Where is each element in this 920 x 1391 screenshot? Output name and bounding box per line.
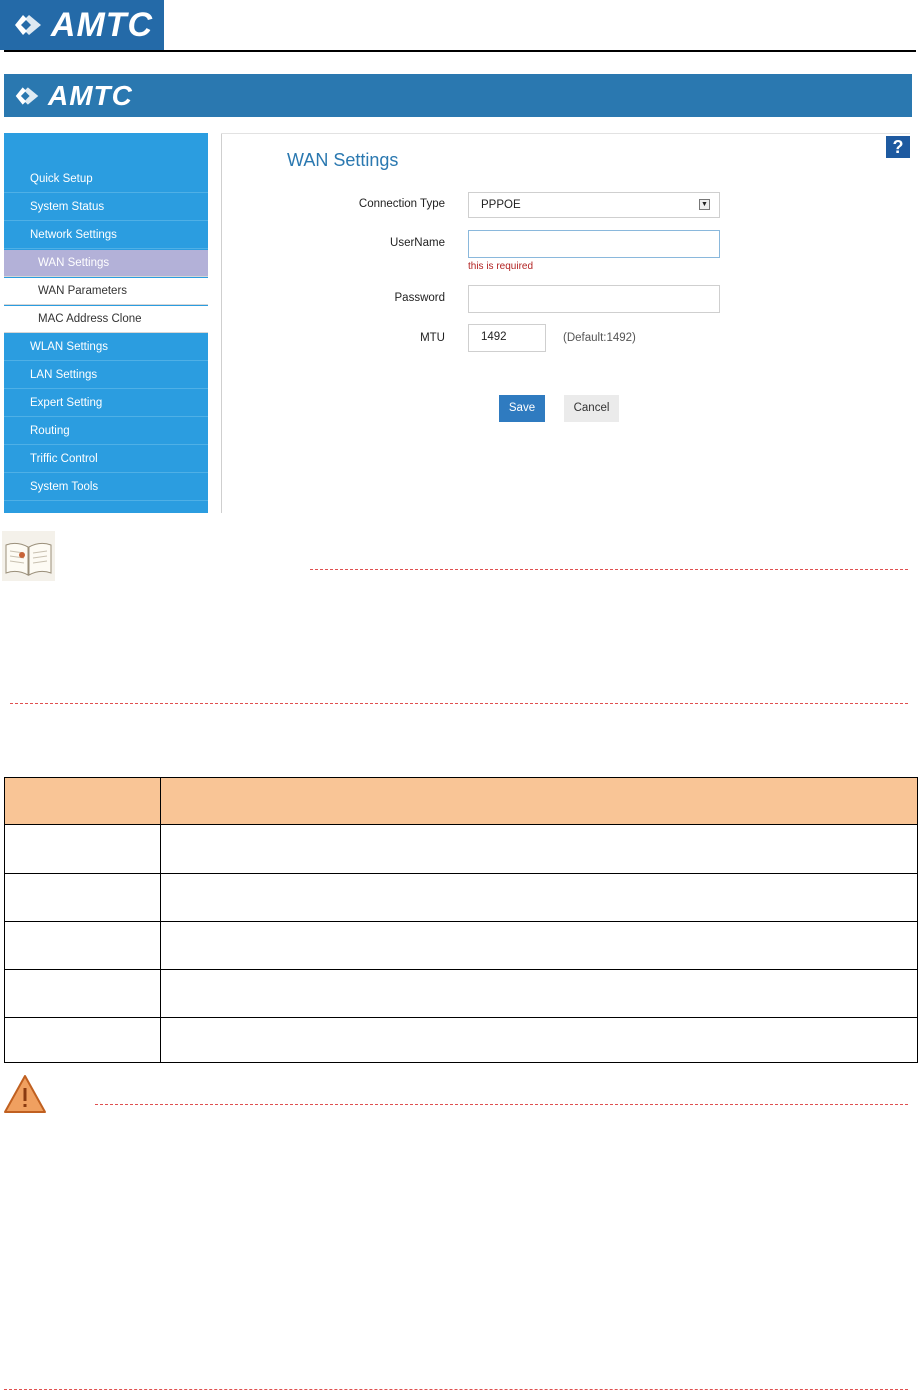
note-bottom-divider	[10, 703, 908, 704]
connection-type-label: Connection Type	[358, 198, 445, 210]
connection-type-select[interactable]: PPPOE ▼	[468, 192, 720, 218]
sidebar-item-routing[interactable]: Routing	[4, 418, 208, 445]
warning-triangle-icon	[2, 1073, 48, 1115]
parameter-table	[4, 777, 918, 1063]
page-title: WAN Settings	[287, 150, 399, 170]
username-input[interactable]	[468, 230, 720, 258]
sidebar: Quick Setup System Status Network Settin…	[4, 133, 208, 513]
table-row-divider	[5, 921, 917, 922]
username-error: this is required	[468, 261, 534, 272]
brand-mark-icon	[15, 86, 39, 105]
table-column-divider	[160, 778, 161, 1062]
sidebar-item-system-tools[interactable]: System Tools	[4, 474, 208, 501]
password-input[interactable]	[468, 285, 720, 313]
router-banner: AMTC	[4, 74, 912, 117]
table-row-divider	[5, 873, 917, 874]
cancel-button[interactable]: Cancel	[564, 395, 619, 422]
sidebar-item-lan-settings[interactable]: LAN Settings	[4, 362, 208, 389]
sidebar-item-wlan-settings[interactable]: WLAN Settings	[4, 334, 208, 361]
sidebar-item-quick-setup[interactable]: Quick Setup	[4, 166, 208, 193]
open-book-icon	[2, 531, 55, 581]
document-brand-text: AMTC	[50, 5, 154, 44]
sidebar-item-expert-setting[interactable]: Expert Setting	[4, 390, 208, 417]
sidebar-item-network-settings[interactable]: Network Settings	[4, 222, 208, 249]
chevron-down-icon: ▼	[699, 199, 710, 210]
save-button[interactable]: Save	[499, 395, 545, 422]
content-divider	[221, 133, 222, 513]
sidebar-item-wan-parameters[interactable]: WAN Parameters	[4, 278, 208, 305]
document-logo: AMTC	[0, 0, 164, 50]
mtu-input[interactable]: 1492	[468, 324, 546, 352]
warning-divider	[95, 1104, 908, 1105]
table-row-divider	[5, 1017, 917, 1018]
sidebar-item-wan-settings[interactable]: WAN Settings	[4, 250, 208, 277]
password-label: Password	[394, 292, 446, 304]
footer-divider	[4, 1389, 908, 1390]
header-rule	[4, 50, 916, 52]
note-top-divider	[310, 569, 908, 570]
sidebar-item-mac-address-clone[interactable]: MAC Address Clone	[4, 306, 208, 333]
content-top-rule	[221, 133, 910, 134]
mtu-label: MTU	[420, 332, 445, 344]
sidebar-item-traffic-control[interactable]: Triffic Control	[4, 446, 208, 473]
table-header	[5, 778, 917, 825]
table-row-divider	[5, 969, 917, 970]
sidebar-item-system-status[interactable]: System Status	[4, 194, 208, 221]
connection-type-value: PPPOE	[481, 199, 521, 211]
mtu-default-hint: (Default:1492)	[563, 332, 636, 344]
help-icon[interactable]: ?	[886, 136, 910, 158]
username-label: UserName	[390, 237, 445, 249]
router-brand-text: AMTC	[48, 79, 133, 111]
brand-mark-icon	[14, 15, 41, 35]
